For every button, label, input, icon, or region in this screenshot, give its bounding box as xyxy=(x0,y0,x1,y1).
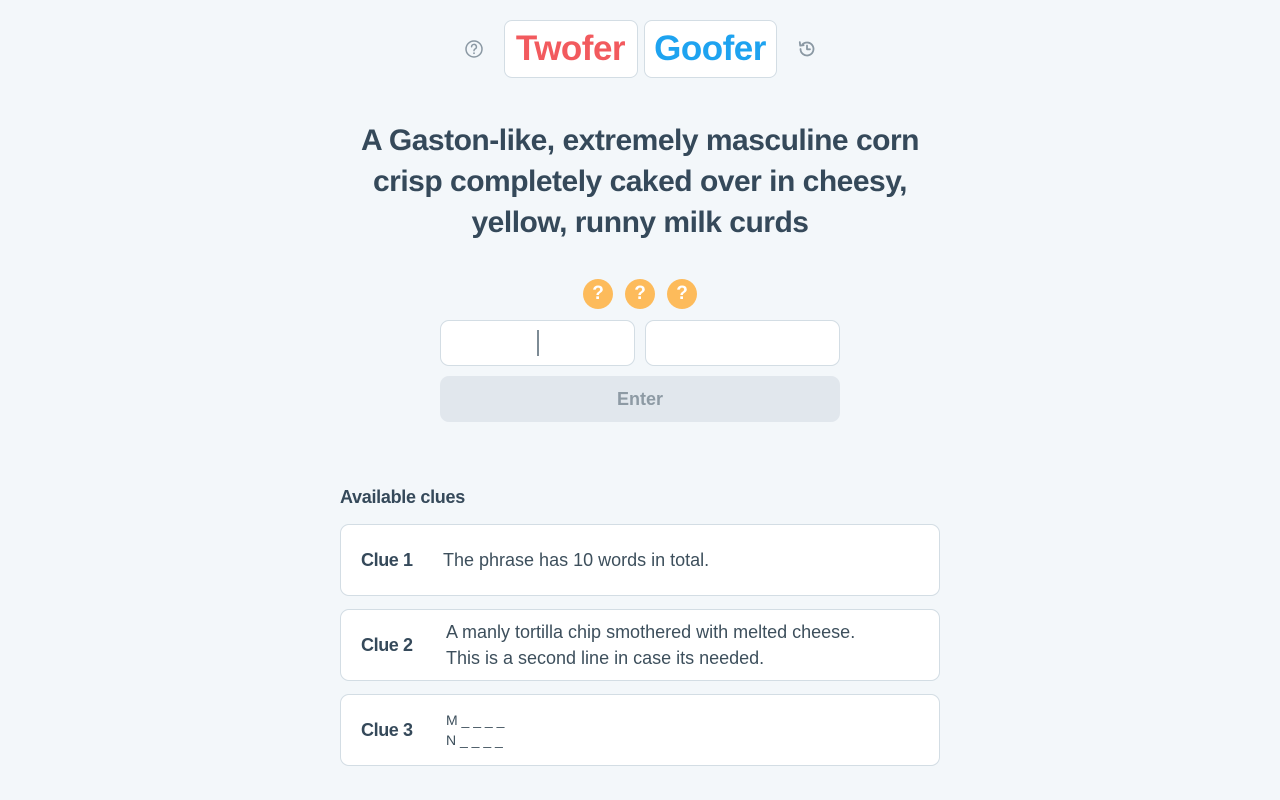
clue-label: Clue 2 xyxy=(361,634,413,655)
history-icon xyxy=(798,41,814,57)
clue-text-line: This is a second line in case its needed… xyxy=(446,648,765,668)
hint-button-2[interactable]: ? xyxy=(625,279,655,309)
clue-text-line: A manly tortilla chip smothered with mel… xyxy=(446,622,856,642)
hint-button-1[interactable]: ? xyxy=(583,279,613,309)
clue-text: A manly tortilla chip smothered with mel… xyxy=(446,619,855,671)
pattern-line: N _ _ _ _ xyxy=(446,732,503,748)
clues-heading: Available clues xyxy=(340,487,465,507)
clue-text: The phrase has 10 words in total. xyxy=(443,550,710,570)
clue-card-3: Clue 3 M _ _ _ _ N _ _ _ _ xyxy=(340,694,940,766)
hint-button-3[interactable]: ? xyxy=(667,279,697,309)
clue-card-2: Clue 2 A manly tortilla chip smothered w… xyxy=(340,609,940,681)
word-2-input[interactable] xyxy=(645,320,840,366)
answer-inputs xyxy=(440,320,840,366)
clue-card-1: Clue 1 The phrase has 10 words in total. xyxy=(340,524,940,596)
pattern-line: M _ _ _ _ xyxy=(446,712,505,728)
clue-label: Clue 3 xyxy=(361,719,413,740)
logo-twofer: Twofer xyxy=(503,20,638,78)
header: Twofer Goofer xyxy=(0,20,1280,78)
history-button[interactable] xyxy=(796,38,818,60)
logo-goofer: Goofer xyxy=(643,20,777,78)
text-caret xyxy=(537,330,539,356)
hint-buttons: ? ? ? xyxy=(0,279,1280,309)
help-button[interactable] xyxy=(463,38,485,60)
clue-label: Clue 1 xyxy=(361,549,413,570)
enter-button[interactable]: Enter xyxy=(440,376,840,422)
puzzle-prompt: A Gaston-like, extremely masculine corn … xyxy=(361,124,919,239)
letter-pattern: M _ _ _ _ N _ _ _ _ xyxy=(446,710,504,750)
question-circle-icon xyxy=(464,40,483,58)
